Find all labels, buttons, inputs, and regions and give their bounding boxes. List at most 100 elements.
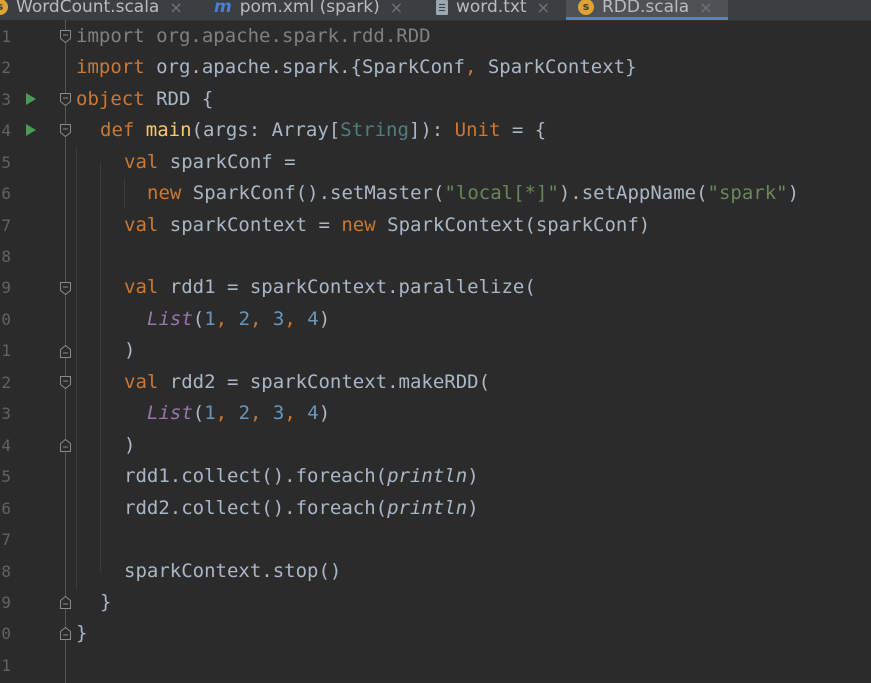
line-number: 4 <box>1 121 11 140</box>
close-icon[interactable]: × <box>169 0 182 17</box>
code-text: ) <box>467 465 479 487</box>
text-file-icon <box>436 0 448 15</box>
punctuation: , <box>215 402 239 424</box>
fold-collapse-icon[interactable] <box>60 282 71 295</box>
keyword: new <box>147 182 182 204</box>
code-line: val rdd2 = sparkContext.makeRDD( <box>124 367 490 398</box>
fold-collapse-icon[interactable] <box>60 30 71 43</box>
code-text: SparkConf().setMaster( <box>181 182 445 204</box>
string-literal: "spark" <box>707 182 788 204</box>
line-number: 6 <box>1 184 11 203</box>
code-line: new SparkConf().setMaster("local[*]").se… <box>147 178 799 209</box>
keyword: object <box>76 88 145 110</box>
line-number: 0 <box>1 624 11 643</box>
close-icon[interactable]: × <box>390 0 403 17</box>
code-line: import org.apache.spark.rdd.RDD <box>76 21 431 52</box>
punctuation: , <box>284 402 308 424</box>
code-text: = { <box>500 119 547 141</box>
fold-end-icon[interactable] <box>60 596 71 609</box>
code-line: } <box>76 618 87 649</box>
code-text: sparkContext.stop() <box>124 560 342 582</box>
number-literal: 3 <box>272 308 285 330</box>
line-number: 3 <box>1 90 11 109</box>
close-icon[interactable]: × <box>699 0 712 17</box>
code-text: } <box>100 591 112 613</box>
code-line: } <box>100 587 111 618</box>
code-text: rdd1 = sparkContext.parallelize( <box>158 276 536 298</box>
line-number: 0 <box>1 310 11 329</box>
code-line: val rdd1 = sparkContext.parallelize( <box>124 272 536 303</box>
line-number: 9 <box>1 278 11 297</box>
code-text: rdd2.collect().foreach( <box>124 497 388 519</box>
code-line: rdd2.collect().foreach(println) <box>124 493 479 524</box>
fold-end-icon[interactable] <box>60 627 71 640</box>
number-literal: 2 <box>238 402 251 424</box>
code-line: ) <box>124 430 135 461</box>
line-number: 7 <box>1 216 11 235</box>
maven-icon: m <box>214 0 232 17</box>
code-text: SparkContext(sparkConf) <box>375 214 651 236</box>
line-number: 8 <box>1 247 11 266</box>
keyword: import <box>76 25 145 47</box>
code-text: ) <box>787 182 800 204</box>
code-text: rdd2 = sparkContext.makeRDD( <box>158 371 491 393</box>
tab-label: RDD.scala <box>602 0 690 17</box>
code-text: ).setAppName( <box>558 182 708 204</box>
function-name: main <box>145 119 192 141</box>
number-literal: 4 <box>307 402 319 424</box>
line-number: 1 <box>1 656 11 675</box>
punctuation: , <box>284 308 308 330</box>
code-text: ]): <box>408 119 455 141</box>
number-literal: 4 <box>307 308 319 330</box>
code-text: sparkContext = <box>158 214 342 236</box>
fold-collapse-icon[interactable] <box>60 124 71 137</box>
line-number: 2 <box>1 373 11 392</box>
line-number: 5 <box>1 467 11 486</box>
tab-rdd-scala[interactable]: s RDD.scala × <box>566 0 728 20</box>
punctuation: , <box>215 308 239 330</box>
keyword: val <box>124 214 159 236</box>
code-line: List(1, 2, 3, 4) <box>147 304 330 335</box>
code-text: org.apache.spark.rdd.RDD <box>144 25 431 47</box>
code-line: ) <box>124 335 135 366</box>
line-number: 1 <box>1 341 11 360</box>
code-line: sparkContext.stop() <box>124 556 341 587</box>
code-text: SparkContext} <box>476 56 637 78</box>
number-literal: 2 <box>238 308 251 330</box>
tab-wordcount-scala[interactable]: s WordCount.scala × <box>0 0 183 20</box>
code-line: List(1, 2, 3, 4) <box>147 398 330 429</box>
fold-collapse-icon[interactable] <box>60 93 71 106</box>
code-text: ) <box>318 308 331 330</box>
code-text: rdd1.collect().foreach( <box>124 465 388 487</box>
line-number: 2 <box>1 58 11 77</box>
code-text: ) <box>124 339 136 361</box>
list-identifier: List <box>147 308 193 330</box>
run-icon[interactable] <box>26 93 36 105</box>
scala-file-icon: s <box>578 0 594 15</box>
code-text: RDD { <box>144 88 214 110</box>
tab-word-txt[interactable]: word.txt × <box>436 0 550 20</box>
punctuation: , <box>464 56 477 78</box>
code-text: org.apache.spark.{SparkConf <box>144 56 465 78</box>
tab-label: word.txt <box>456 0 527 17</box>
keyword: val <box>124 276 159 298</box>
keyword: val <box>124 371 159 393</box>
tab-pom-xml[interactable]: m pom.xml (spark) × <box>214 0 403 20</box>
line-number: 5 <box>1 153 11 172</box>
tab-label: pom.xml (spark) <box>239 0 380 17</box>
code-text: ) <box>318 402 331 424</box>
code-line: object RDD { <box>76 84 213 115</box>
fold-collapse-icon[interactable] <box>60 376 71 389</box>
fold-end-icon[interactable] <box>60 345 71 358</box>
line-number: 7 <box>1 530 11 549</box>
code-text: } <box>76 622 88 644</box>
close-icon[interactable]: × <box>537 0 550 17</box>
editor-tab-bar: s WordCount.scala × m pom.xml (spark) × … <box>0 0 871 21</box>
run-icon[interactable] <box>26 124 36 136</box>
line-number: 9 <box>1 593 11 612</box>
line-number: 3 <box>1 404 11 423</box>
code-text: ( <box>192 308 205 330</box>
string-literal: "local[*]" <box>444 182 559 204</box>
number-literal: 1 <box>204 402 216 424</box>
fold-end-icon[interactable] <box>60 439 71 452</box>
